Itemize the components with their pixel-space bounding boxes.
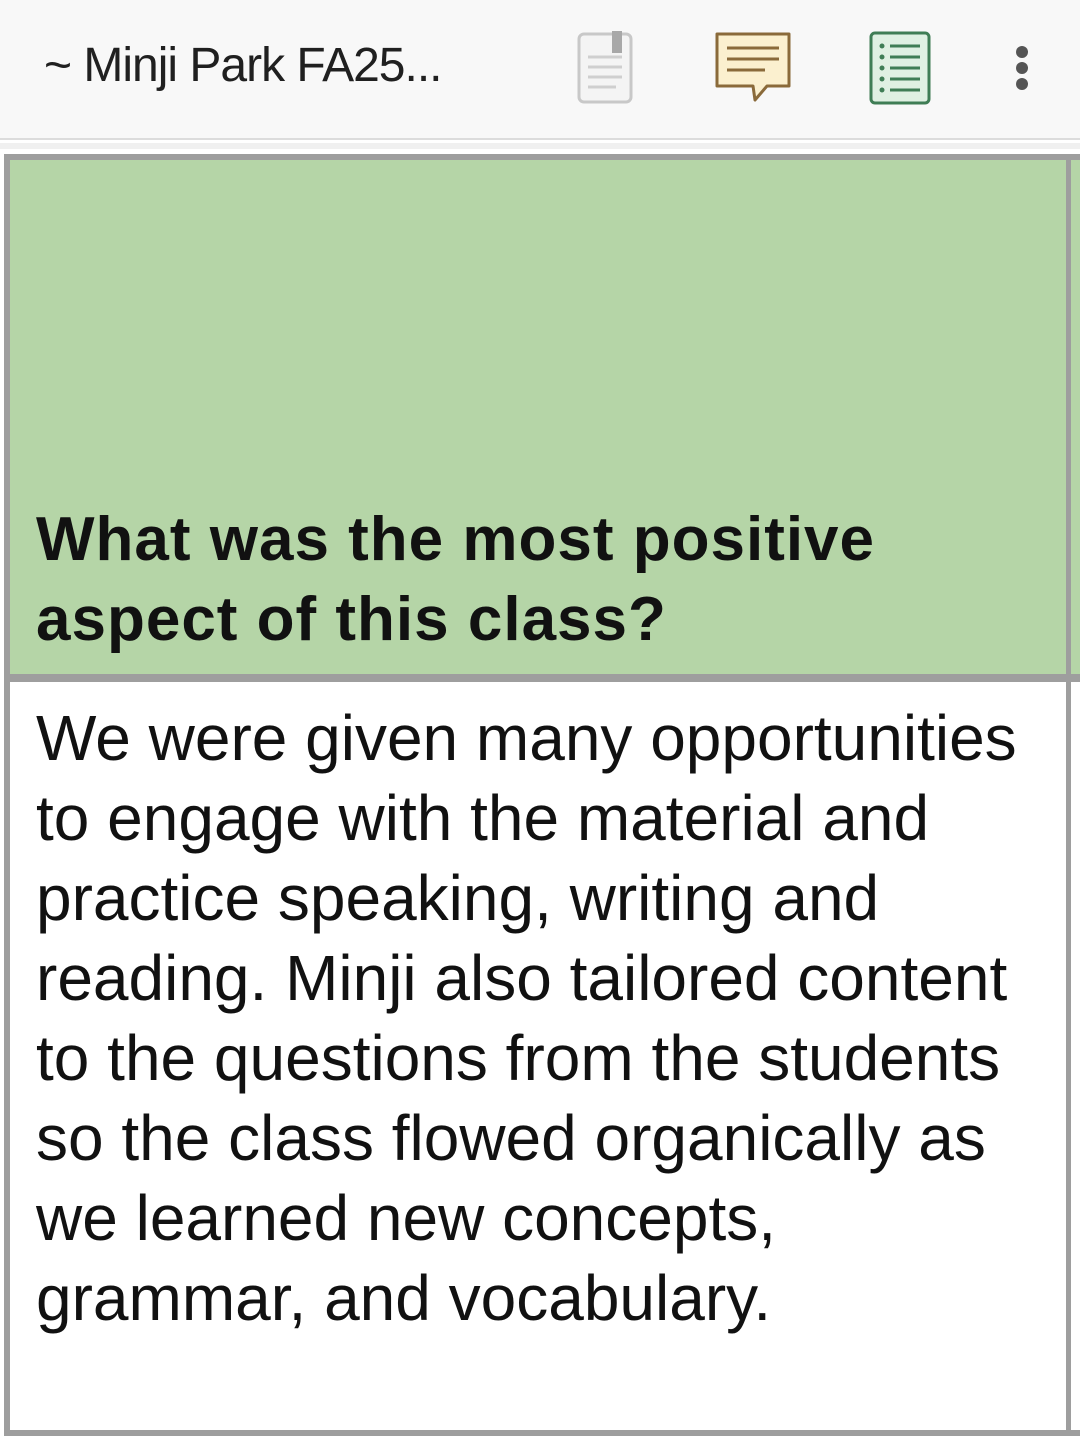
document-title[interactable]: ~ Minji Park FA25...: [44, 38, 442, 93]
document-icon: [577, 31, 633, 104]
list-view-button[interactable]: [864, 28, 936, 108]
more-options-icon: [1016, 46, 1028, 90]
document-button[interactable]: [572, 28, 638, 108]
comment-icon: [715, 32, 791, 102]
answer-text: We were given many opportunities to enga…: [36, 702, 1017, 1334]
comment-button[interactable]: [710, 28, 796, 108]
adjacent-column-edge: [1066, 160, 1080, 674]
list-view-icon: [869, 31, 931, 105]
question-text: What was the most positive aspect of thi…: [36, 505, 876, 654]
adjacent-column-edge: [1066, 682, 1080, 1430]
more-options-button[interactable]: [1004, 28, 1040, 108]
app-toolbar: ~ Minji Park FA25...: [0, 0, 1080, 140]
grid-bottom-edge: [0, 1436, 1080, 1448]
question-cell[interactable]: What was the most positive aspect of thi…: [4, 154, 1080, 680]
grid-top-divider: [0, 143, 1080, 149]
answer-cell[interactable]: We were given many opportunities to enga…: [4, 676, 1080, 1436]
